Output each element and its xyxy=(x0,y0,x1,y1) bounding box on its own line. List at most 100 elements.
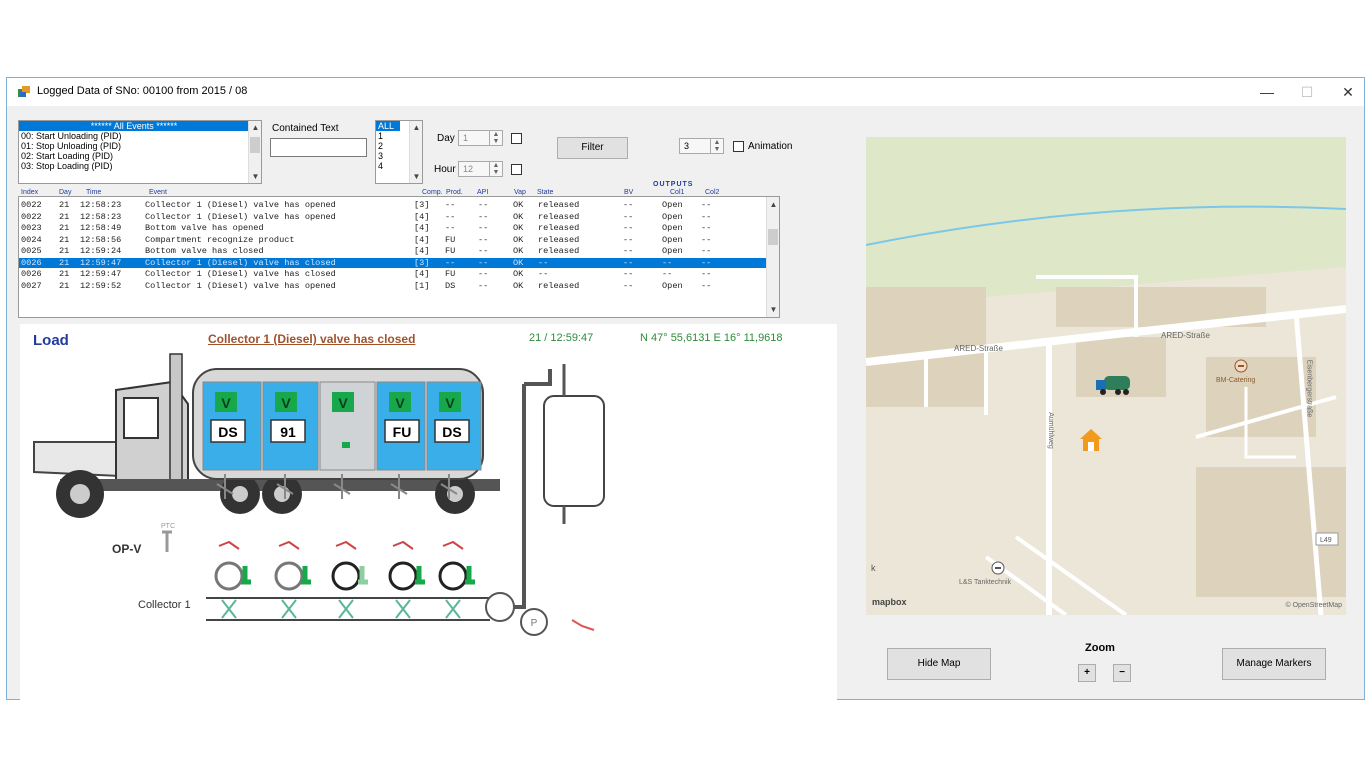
table-cell: FU xyxy=(445,246,456,256)
collector-valve-icon[interactable] xyxy=(331,561,361,591)
column-header[interactable]: Day xyxy=(59,189,71,196)
table-cell: -- xyxy=(478,211,489,222)
compartment-list-scrollbar[interactable]: ▲ ▼ xyxy=(409,121,422,183)
column-header[interactable]: API xyxy=(477,189,488,196)
hide-map-button[interactable]: Hide Map xyxy=(887,648,991,680)
hour-spinner[interactable]: 12 ▲ ▼ xyxy=(458,161,503,177)
product-label: 91 xyxy=(280,424,296,440)
table-cell: OK xyxy=(513,269,524,279)
table-cell: OK xyxy=(513,211,524,222)
table-cell: 12:58:23 xyxy=(80,200,122,210)
scroll-up-icon[interactable]: ▲ xyxy=(249,123,261,132)
collector-valve-icon[interactable] xyxy=(274,561,304,591)
column-header[interactable]: Event xyxy=(149,189,167,196)
column-header[interactable]: Index xyxy=(21,189,38,196)
scroll-down-icon[interactable]: ▼ xyxy=(767,305,779,314)
scroll-down-icon[interactable]: ▼ xyxy=(410,172,422,181)
column-header[interactable]: Vap xyxy=(514,189,526,196)
contained-text-input[interactable] xyxy=(270,138,367,157)
table-row[interactable]: 0022 21 12:58:23 Collector 1 (Diesel) valve… xyxy=(19,212,766,222)
table-cell: released xyxy=(538,280,580,291)
speed-spinner[interactable]: 3 ▲ ▼ xyxy=(679,138,724,154)
event-option[interactable]: 01: Stop Unloading (PID) xyxy=(19,141,261,151)
table-cell: -- xyxy=(623,257,634,268)
event-option[interactable]: 03: Stop Loading (PID) xyxy=(19,161,261,171)
animation-label: Animation xyxy=(748,141,793,152)
column-header[interactable]: Comp. xyxy=(422,189,443,196)
product-label: DS xyxy=(442,424,461,440)
scroll-down-icon[interactable]: ▼ xyxy=(249,172,261,181)
table-row[interactable]: 0024 21 12:58:56 Compartment recognize prod… xyxy=(19,235,766,245)
table-cell: 12:58:56 xyxy=(80,234,122,245)
column-header[interactable]: Col1 xyxy=(670,189,684,196)
close-button[interactable]: ✕ xyxy=(1333,82,1363,102)
map-attribution[interactable]: © OpenStreetMap xyxy=(1285,602,1342,609)
table-cell: 21 xyxy=(59,269,70,279)
event-type-list[interactable]: ****** All Events ****** 00: Start Unloa… xyxy=(18,120,262,184)
table-cell: OK xyxy=(513,223,524,233)
table-cell: -- xyxy=(478,234,489,245)
table-cell: -- xyxy=(701,211,712,222)
table-cell: -- xyxy=(623,269,634,279)
hour-checkbox[interactable] xyxy=(511,164,522,175)
scroll-up-icon[interactable]: ▲ xyxy=(410,123,422,132)
compartment[interactable]: V FU xyxy=(376,381,426,619)
event-log-table[interactable]: 0022 21 12:58:23 Collector 1 (Diesel) valve… xyxy=(18,196,780,318)
minimize-button[interactable]: — xyxy=(1252,82,1282,102)
table-cell: released xyxy=(538,223,580,233)
column-header[interactable]: Col2 xyxy=(705,189,719,196)
valve-label: V xyxy=(338,395,348,411)
valve-label: V xyxy=(281,395,291,411)
table-cell: -- xyxy=(445,257,456,268)
mapbox-logo: mapbox xyxy=(872,597,907,607)
table-cell: OK xyxy=(513,200,524,210)
table-cell: -- xyxy=(701,246,712,256)
table-cell: Compartment recognize product xyxy=(145,234,295,245)
collector-valve-icon[interactable] xyxy=(214,561,244,591)
table-cell: OK xyxy=(513,246,524,256)
street-label: ARED-Straße xyxy=(954,344,1003,353)
compartment[interactable]: V xyxy=(319,381,376,619)
compartment-list[interactable]: ALL 1 2 3 4 ▲ ▼ xyxy=(375,120,423,184)
animation-checkbox[interactable] xyxy=(733,141,744,152)
table-scrollbar[interactable]: ▲ ▼ xyxy=(766,197,779,317)
map-view[interactable]: L49 ARED-Straße ARED-Straße Aumühlweg Ei… xyxy=(866,137,1346,615)
zoom-in-button[interactable]: + xyxy=(1078,664,1096,682)
table-row[interactable]: 0023 21 12:58:49 Bottom valve has opened [4]… xyxy=(19,223,766,233)
title-bar: Logged Data of SNo: 00100 from 2015 / 08… xyxy=(7,78,1364,106)
table-row[interactable]: 0022 21 12:58:23 Collector 1 (Diesel) valve… xyxy=(19,200,766,210)
table-cell: DS xyxy=(445,280,456,291)
table-cell: [4] xyxy=(414,211,430,222)
table-cell: [4] xyxy=(414,223,430,233)
column-header[interactable]: Prod. xyxy=(446,189,463,196)
column-header[interactable]: State xyxy=(537,189,553,196)
maximize-button[interactable]: ☐ xyxy=(1292,82,1322,102)
table-row[interactable]: 0025 21 12:59:24 Bottom valve has closed [4]… xyxy=(19,246,766,256)
event-list-scrollbar[interactable]: ▲ ▼ xyxy=(248,121,261,183)
manage-markers-button[interactable]: Manage Markers xyxy=(1222,648,1326,680)
truck-marker-icon[interactable] xyxy=(1094,374,1134,396)
event-option[interactable]: ****** All Events ****** xyxy=(19,121,261,131)
scroll-up-icon[interactable]: ▲ xyxy=(767,200,779,209)
table-cell: -- xyxy=(662,257,673,268)
day-spinner[interactable]: 1 ▲ ▼ xyxy=(458,130,503,146)
tanker-schematic: V DS V 91 V V FU V DS P OP-V Collector 1 PTC xyxy=(33,353,605,636)
hour-label: Hour xyxy=(434,164,456,175)
table-cell: Collector 1 (Diesel) valve has closed xyxy=(145,257,336,268)
column-header[interactable]: Time xyxy=(86,189,101,196)
table-cell: [4] xyxy=(414,234,430,245)
event-option[interactable]: 02: Start Loading (PID) xyxy=(19,151,261,161)
home-marker-icon[interactable] xyxy=(1078,427,1104,453)
table-row[interactable]: 0026 21 12:59:47 Collector 1 (Diesel) valve… xyxy=(19,257,766,268)
filter-button[interactable]: Filter xyxy=(557,137,628,159)
compartment-option[interactable]: ALL xyxy=(376,121,400,131)
day-checkbox[interactable] xyxy=(511,133,522,144)
collector-valve-icon[interactable] xyxy=(438,561,468,591)
table-row[interactable]: 0027 21 12:59:52 Collector 1 (Diesel) valve… xyxy=(19,281,766,291)
column-header[interactable]: BV xyxy=(624,189,633,196)
collector-valve-icon[interactable] xyxy=(388,561,418,591)
event-option[interactable]: 00: Start Unloading (PID) xyxy=(19,131,261,141)
table-row[interactable]: 0026 21 12:59:47 Collector 1 (Diesel) valve… xyxy=(19,269,766,279)
zoom-out-button[interactable]: − xyxy=(1113,664,1131,682)
table-cell: 12:58:49 xyxy=(80,223,122,233)
